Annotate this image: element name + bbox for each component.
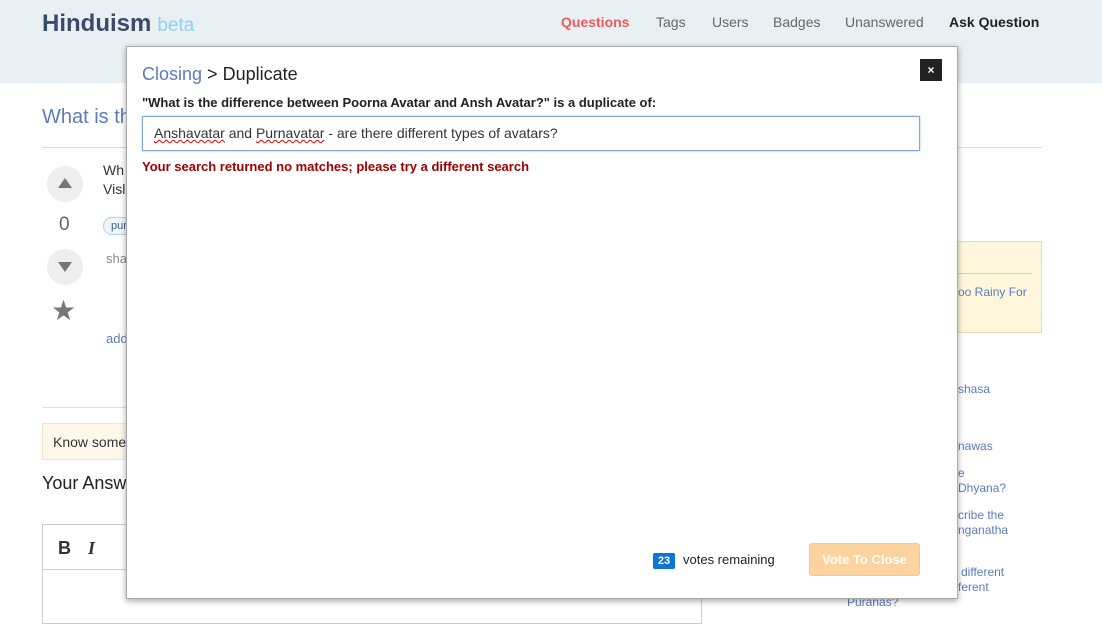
your-answer-heading: Your Answ	[42, 473, 127, 493]
sidebar-link[interactable]: different	[961, 565, 1004, 579]
votes-remaining-label: votes remaining	[683, 552, 775, 567]
close-dialog: Closing > Duplicate × "What is the diffe…	[126, 46, 958, 599]
breadcrumb: Closing > Duplicate	[142, 64, 298, 85]
arrow-down-icon	[58, 262, 72, 272]
sidebar-link[interactable]: nawas	[958, 439, 993, 453]
downvote-button[interactable]	[47, 249, 83, 285]
arrow-up-icon	[58, 178, 72, 188]
duplicate-search-input[interactable]: Anshavatar and Purnavatar - are there di…	[142, 116, 920, 151]
beta-label: beta	[157, 15, 195, 36]
sidebar-link[interactable]: cribe the	[958, 508, 1004, 522]
vote-count: 0	[59, 214, 70, 235]
italic-button[interactable]: I	[88, 538, 95, 558]
search-text: and	[224, 125, 256, 141]
search-error-message: Your search returned no matches; please …	[142, 159, 530, 174]
vote-to-close-button[interactable]: Vote To Close	[809, 543, 920, 576]
duplicate-prompt: "What is the difference between Poorna A…	[142, 95, 657, 110]
search-text: Purnavatar	[255, 125, 325, 141]
star-icon[interactable]: ★	[51, 294, 76, 327]
nav-questions[interactable]: Questions	[561, 14, 629, 30]
question-body-line2: Visl	[103, 181, 126, 197]
add-comment-link[interactable]: add	[106, 331, 128, 346]
votes-remaining-count: 23	[653, 553, 675, 569]
search-text: Anshavatar	[154, 125, 225, 141]
sidebar-link[interactable]: ferent	[958, 580, 989, 594]
nav-ask-question[interactable]: Ask Question	[949, 14, 1039, 30]
breadcrumb-separator: >	[207, 64, 218, 84]
close-button[interactable]: ×	[920, 59, 942, 81]
sidebar-link[interactable]: oo Rainy For	[958, 285, 1027, 299]
sidebar-link[interactable]: nganatha	[958, 523, 1008, 537]
bold-button[interactable]: B	[58, 538, 71, 558]
site-logo[interactable]: Hinduism beta	[42, 10, 194, 38]
sidebar-link[interactable]: Dhyana?	[958, 481, 1006, 495]
nav-users[interactable]: Users	[712, 14, 749, 30]
nav-unanswered[interactable]: Unanswered	[845, 14, 924, 30]
search-text: - are there different types of avatars?	[324, 125, 558, 141]
question-title[interactable]: What is th	[42, 106, 131, 129]
share-link[interactable]: sha	[106, 251, 127, 266]
site-name: Hinduism	[42, 10, 152, 37]
breadcrumb-closing[interactable]: Closing	[142, 64, 202, 84]
sidebar-link[interactable]: e	[958, 466, 965, 480]
sidebar-link[interactable]: shasa	[958, 382, 990, 396]
question-body-line1: Wh	[103, 162, 124, 178]
breadcrumb-duplicate: Duplicate	[222, 64, 298, 84]
notice-text: Know some	[53, 434, 127, 450]
nav-tags[interactable]: Tags	[656, 14, 686, 30]
upvote-button[interactable]	[47, 166, 83, 202]
nav-badges[interactable]: Badges	[773, 14, 820, 30]
